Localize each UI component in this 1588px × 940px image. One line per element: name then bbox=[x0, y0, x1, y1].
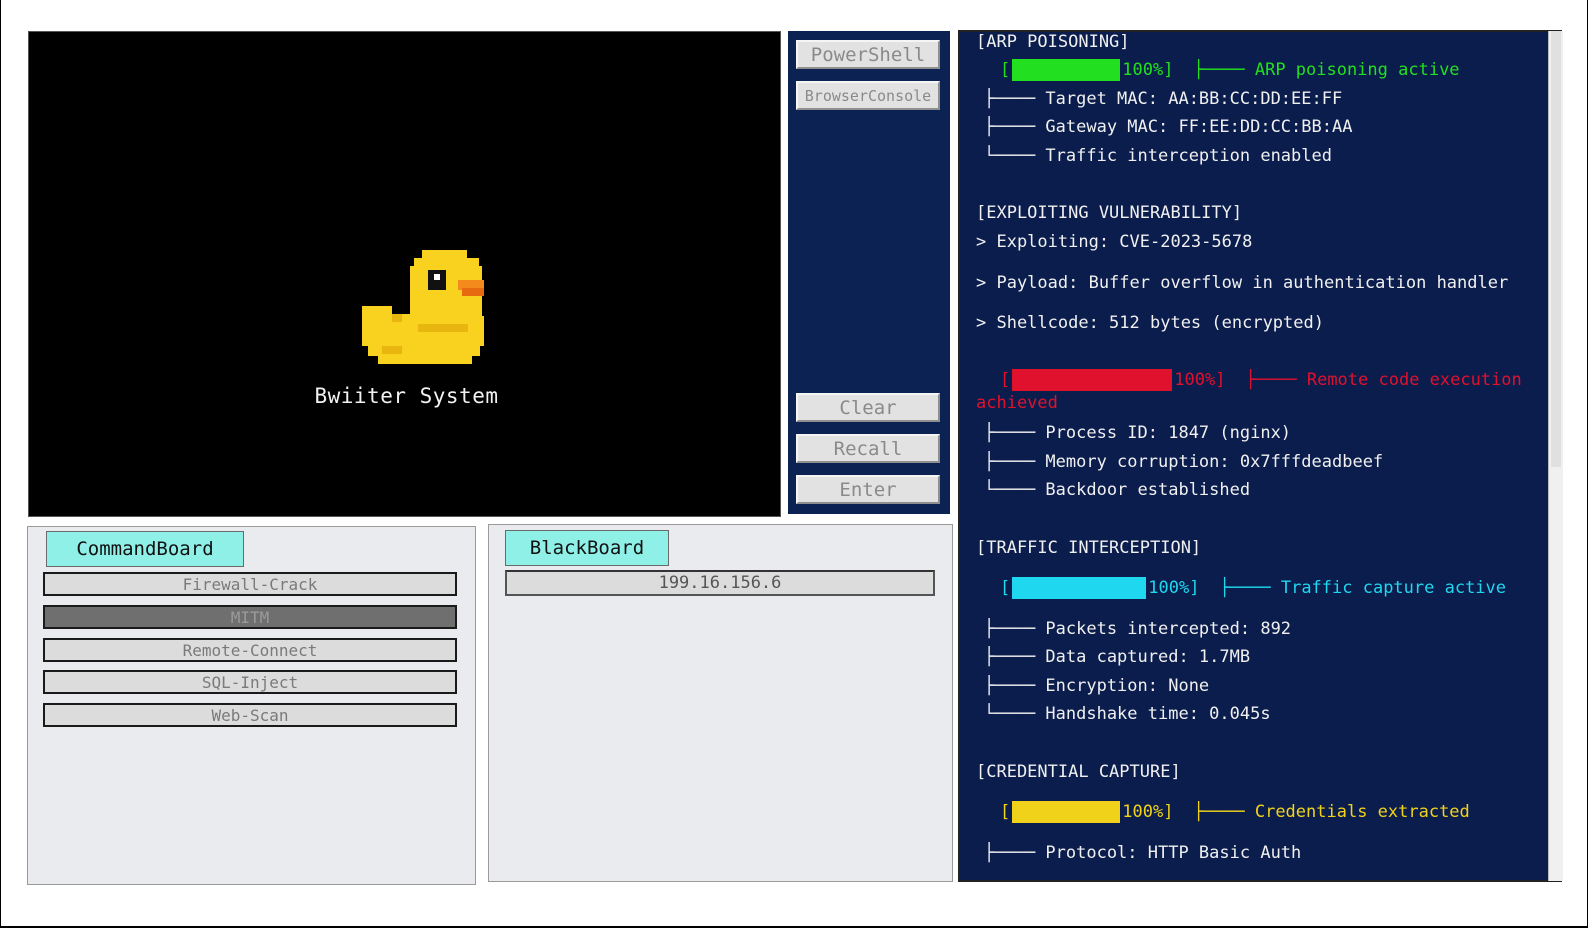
exploit-header: [EXPLOITING VULNERABILITY] bbox=[976, 203, 1243, 223]
game-title: Bwiiter System bbox=[314, 384, 499, 408]
arp-progress-bar: [ 100%] ├──── ARP poisoning active bbox=[1000, 59, 1460, 81]
log-line: └──── Traffic interception enabled bbox=[984, 146, 1332, 166]
arp-bar-percent: 100%] bbox=[1122, 60, 1174, 80]
log-line: ├──── Memory corruption: 0x7fffdeadbeef bbox=[984, 452, 1384, 472]
log-line: └──── Handshake time: 0.045s bbox=[984, 704, 1271, 724]
exploit-bar-message-wrap: achieved bbox=[976, 393, 1058, 413]
exploit-bar-message: ├──── Remote code execution bbox=[1245, 370, 1522, 390]
mitm-button[interactable]: MITM bbox=[43, 605, 457, 629]
command-board: CommandBoard Firewall-Crack MITM Remote-… bbox=[27, 526, 476, 885]
traffic-progress-bar: [ 100%] ├──── Traffic capture active bbox=[1000, 577, 1506, 599]
exploit-bar-fill bbox=[1012, 369, 1173, 391]
bar-open: [ bbox=[1000, 802, 1011, 822]
sql-inject-button[interactable]: SQL-Inject bbox=[43, 670, 457, 694]
log-line: > Exploiting: CVE-2023-5678 bbox=[976, 232, 1253, 252]
exploit-progress-bar: [ 100%] ├──── Remote code execution bbox=[1000, 369, 1522, 391]
log-line: └──── Backdoor established bbox=[984, 480, 1251, 500]
remote-connect-button[interactable]: Remote-Connect bbox=[43, 638, 457, 662]
powershell-button[interactable]: PowerShell bbox=[796, 40, 940, 69]
log-line: > Payload: Buffer overflow in authentica… bbox=[976, 273, 1509, 293]
log-line: ├──── Process ID: 1847 (nginx) bbox=[984, 423, 1292, 443]
credential-bar-message: ├──── Credentials extracted bbox=[1193, 802, 1470, 822]
log-scrollbar[interactable] bbox=[1548, 31, 1563, 881]
credential-bar-fill bbox=[1012, 801, 1121, 823]
log-line: ├──── Encryption: None bbox=[984, 676, 1210, 696]
traffic-bar-fill bbox=[1012, 577, 1147, 599]
bar-open: [ bbox=[1000, 60, 1011, 80]
web-scan-button[interactable]: Web-Scan bbox=[43, 703, 457, 727]
log-line: ├──── Packets intercepted: 892 bbox=[984, 619, 1292, 639]
bar-open: [ bbox=[1000, 578, 1011, 598]
recall-button[interactable]: Recall bbox=[796, 434, 940, 463]
duck-logo-icon bbox=[362, 250, 484, 364]
traffic-bar-message: ├──── Traffic capture active bbox=[1219, 578, 1507, 598]
black-board: BlackBoard 199.16.156.6 bbox=[488, 524, 953, 882]
tab-blackboard[interactable]: BlackBoard bbox=[505, 530, 669, 566]
log-line: ├──── Data captured: 1.7MB bbox=[984, 647, 1251, 667]
exploit-bar-percent: 100%] bbox=[1174, 370, 1226, 390]
browser-console-button[interactable]: BrowserConsole bbox=[796, 81, 940, 110]
clear-button[interactable]: Clear bbox=[796, 393, 940, 422]
log-line: ├──── Target MAC: AA:BB:CC:DD:EE:FF bbox=[984, 89, 1343, 109]
traffic-bar-percent: 100%] bbox=[1148, 578, 1200, 598]
game-display: Bwiiter System bbox=[28, 31, 781, 517]
log-line: ├──── Protocol: HTTP Basic Auth bbox=[984, 843, 1302, 863]
credential-bar-percent: 100%] bbox=[1122, 802, 1174, 822]
log-line: ├──── Gateway MAC: FF:EE:DD:CC:BB:AA bbox=[984, 117, 1353, 137]
enter-button[interactable]: Enter bbox=[796, 475, 940, 504]
terminal-log: [ARP POISONING] [ 100%] ├──── ARP poison… bbox=[958, 30, 1562, 882]
log-line: > Shellcode: 512 bytes (encrypted) bbox=[976, 313, 1324, 333]
arp-bar-fill bbox=[1012, 59, 1121, 81]
target-ip-field[interactable]: 199.16.156.6 bbox=[505, 570, 935, 596]
arp-bar-message: ├──── ARP poisoning active bbox=[1193, 60, 1460, 80]
tab-commandboard[interactable]: CommandBoard bbox=[46, 531, 244, 567]
traffic-header: [TRAFFIC INTERCEPTION] bbox=[976, 538, 1202, 558]
arp-header: [ARP POISONING] bbox=[976, 32, 1130, 52]
action-button-column: PowerShell BrowserConsole Clear Recall E… bbox=[788, 31, 950, 514]
credential-progress-bar: [ 100%] ├──── Credentials extracted bbox=[1000, 801, 1470, 823]
credential-header: [CREDENTIAL CAPTURE] bbox=[976, 762, 1181, 782]
bar-open: [ bbox=[1000, 370, 1011, 390]
log-scrollbar-thumb[interactable] bbox=[1551, 31, 1561, 467]
firewall-crack-button[interactable]: Firewall-Crack bbox=[43, 572, 457, 596]
